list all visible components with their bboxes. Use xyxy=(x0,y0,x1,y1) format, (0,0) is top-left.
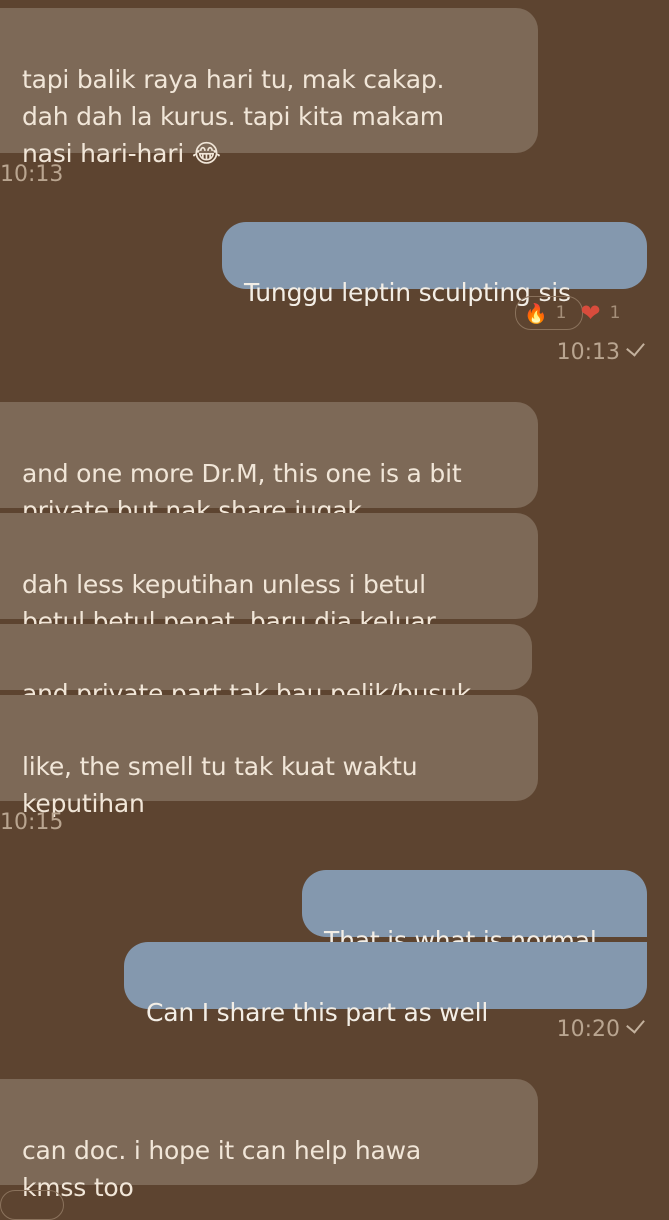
message-text: like, the smell tu tak kuat waktu keputi… xyxy=(22,752,418,818)
timestamp-text: 10:13 xyxy=(556,340,620,365)
message-bubble-incoming[interactable]: tapi balik raya hari tu, mak cakap. dah … xyxy=(0,8,538,168)
message-bubble-outgoing[interactable]: Tunggu leptin sculpting sis xyxy=(222,222,647,307)
reaction-pill-partial[interactable] xyxy=(0,1190,64,1220)
message-timestamp: 10:13 xyxy=(556,337,645,366)
timestamp-text: 10:20 xyxy=(556,1017,620,1042)
message-bubble-incoming[interactable]: and private part tak bau pelik/busuk xyxy=(0,624,532,708)
message-timestamp: 10:13 xyxy=(0,162,64,187)
message-bubble-incoming[interactable]: can doc. i hope it can help hawa kmss to… xyxy=(0,1079,538,1202)
message-timestamp: 10:15 xyxy=(0,810,64,835)
message-bubble-incoming[interactable]: and one more Dr.M, this one is a bit pri… xyxy=(0,402,538,525)
message-timestamp: 10:20 xyxy=(556,1014,645,1043)
sent-check-icon xyxy=(626,337,645,357)
message-bubble-outgoing[interactable]: That is what is normal xyxy=(302,870,647,955)
fire-icon: 🔥 xyxy=(524,302,548,325)
sent-check-icon xyxy=(626,1014,645,1034)
message-text: tapi balik raya hari tu, mak cakap. dah … xyxy=(22,65,445,168)
heart-icon[interactable]: ❤ xyxy=(581,299,601,327)
reaction-row: 🔥 1 ❤ 1 xyxy=(524,297,620,329)
message-bubble-incoming[interactable]: like, the smell tu tak kuat waktu keputi… xyxy=(0,695,538,818)
reaction-count: 1 xyxy=(555,303,567,323)
reaction-count: 1 xyxy=(609,303,621,323)
message-text: can doc. i hope it can help hawa kmss to… xyxy=(22,1136,421,1202)
message-bubble-incoming[interactable]: dah less keputihan unless i betul betul … xyxy=(0,513,538,636)
message-bubble-outgoing[interactable]: Can I share this part as well xyxy=(124,942,647,1027)
message-text: Can I share this part as well xyxy=(146,998,489,1027)
